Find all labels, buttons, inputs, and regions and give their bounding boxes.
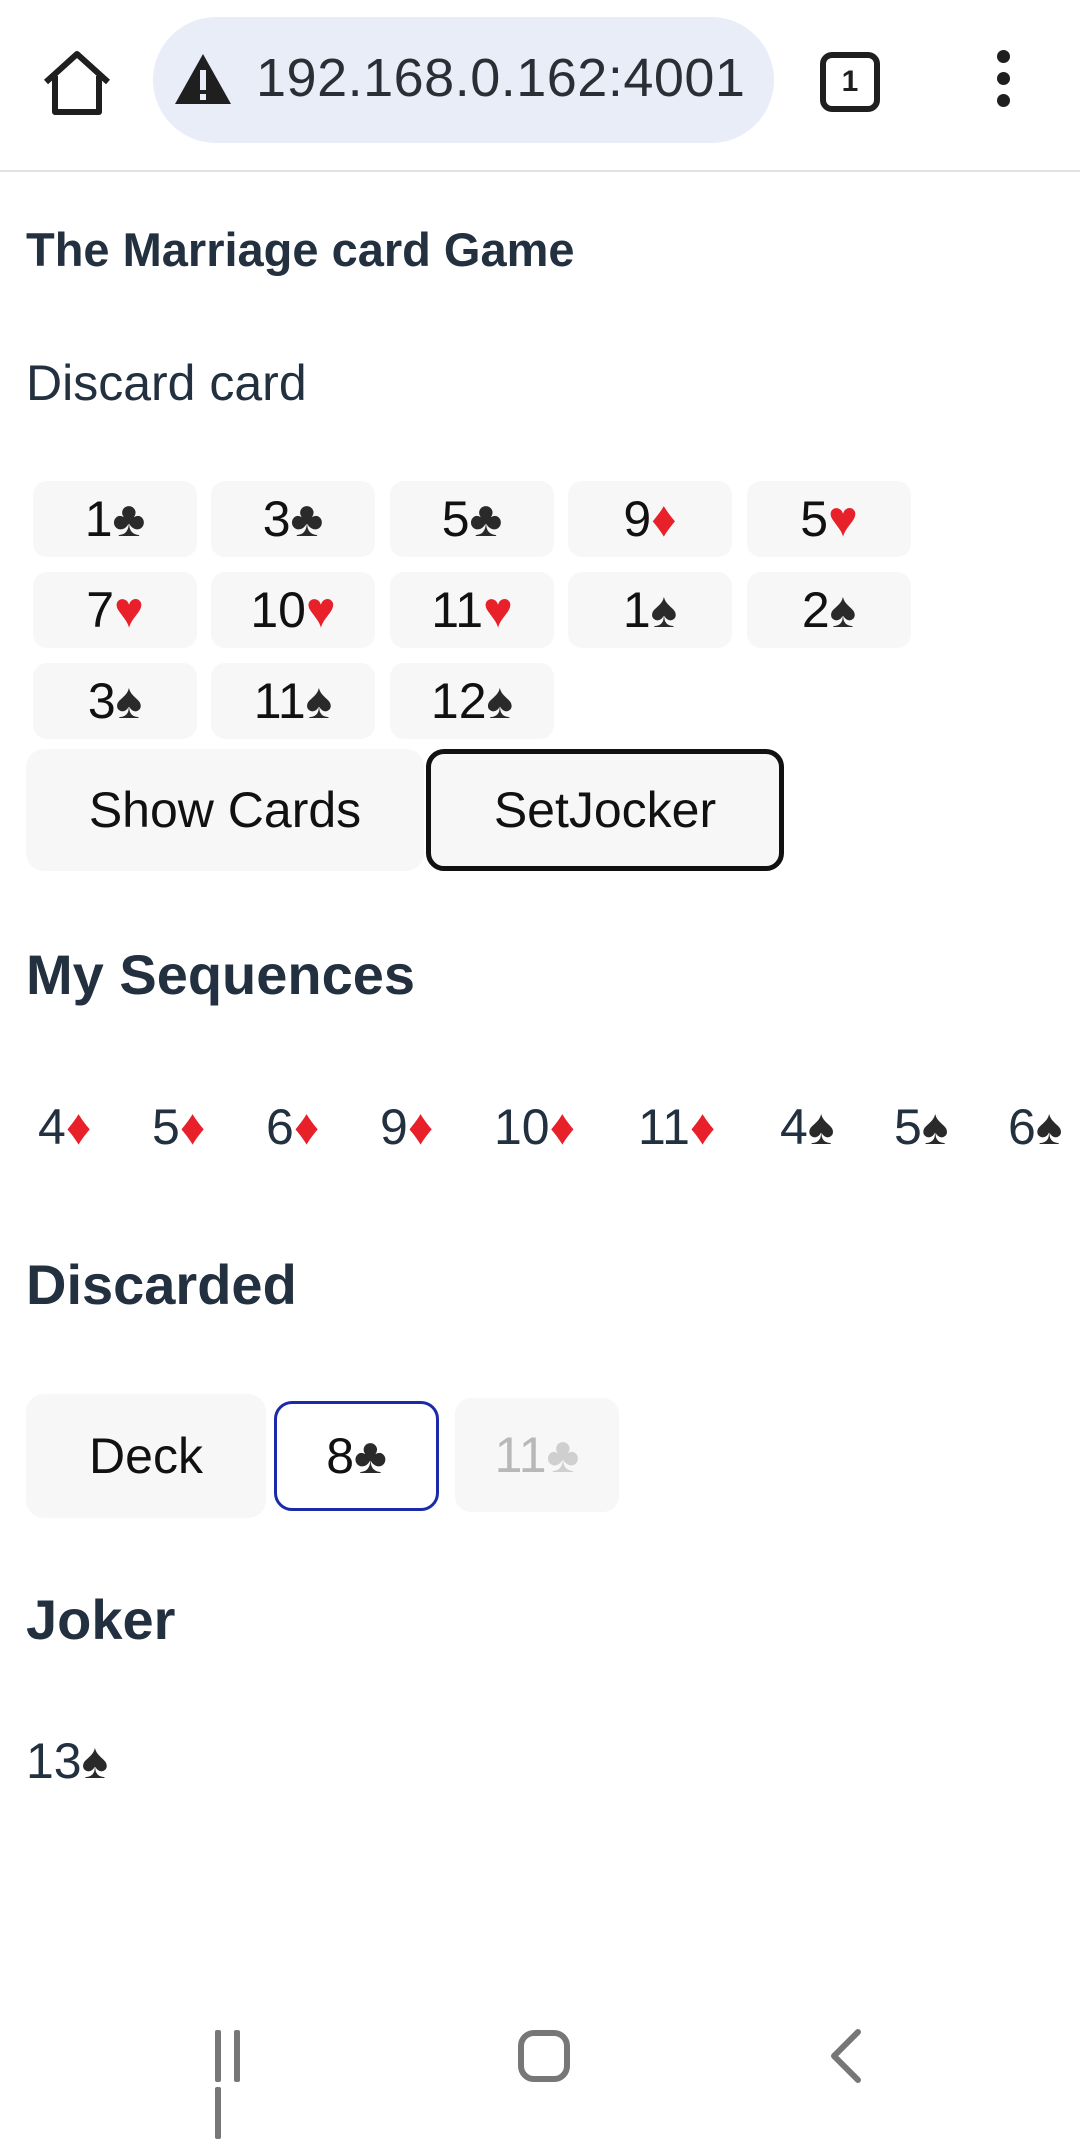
club-icon: ♣: [546, 1427, 580, 1483]
hand-card[interactable]: 7♥: [33, 572, 197, 648]
spade-icon: ♠: [807, 1099, 835, 1155]
card-rank: 10: [250, 582, 306, 638]
card-rank: 9: [623, 491, 652, 547]
sequence-card: 11♦: [638, 1099, 716, 1155]
card-rank: 5: [441, 491, 470, 547]
sequences-list: 4♦ 5♦ 6♦ 9♦ 10♦ 11♦ 4♠ 5♠ 6♠: [0, 1098, 1080, 1178]
diamond-icon: ♦: [179, 1099, 206, 1155]
joker-card: 13♠: [26, 1732, 108, 1790]
card-rank: 11: [494, 1427, 547, 1483]
sequence-card: 10♦: [494, 1099, 576, 1155]
sequence-card: 6♠: [1008, 1099, 1063, 1155]
set-jocker-button[interactable]: SetJocker: [426, 749, 784, 871]
url-text: 192.168.0.162:4001: [256, 48, 746, 108]
card-rank: 5: [800, 491, 829, 547]
heart-icon: ♥: [305, 582, 336, 638]
hand-card[interactable]: 10♥: [211, 572, 375, 648]
show-cards-button[interactable]: Show Cards: [26, 749, 424, 871]
sequences-heading: My Sequences: [26, 943, 416, 1006]
hand-card[interactable]: 5♥: [747, 481, 911, 557]
warning-icon[interactable]: [173, 51, 233, 107]
spade-icon: ♠: [305, 673, 333, 729]
sequence-card: 9♦: [380, 1099, 434, 1155]
card-rank: 7: [86, 582, 115, 638]
sequence-card: 4♠: [780, 1099, 835, 1155]
spade-icon: ♠: [81, 1733, 109, 1789]
hand-card[interactable]: 2♠: [747, 572, 911, 648]
card-rank: 3: [87, 673, 116, 729]
heart-icon: ♥: [483, 582, 513, 638]
diamond-icon: ♦: [65, 1099, 92, 1155]
sequence-card: 6♦: [266, 1099, 320, 1155]
diamond-icon: ♦: [293, 1099, 320, 1155]
spade-icon: ♠: [486, 673, 514, 729]
sequence-card: 5♦: [152, 1099, 206, 1155]
system-nav-bar: [0, 1990, 1080, 2139]
card-rank: 8: [326, 1428, 354, 1484]
page-title: The Marriage card Game: [26, 223, 575, 276]
hand-card[interactable]: 1♠: [568, 572, 732, 648]
club-icon: ♣: [469, 491, 503, 547]
card-rank: 11: [253, 673, 306, 729]
hand-card[interactable]: 11♠: [211, 663, 375, 739]
hand-card[interactable]: 12♠: [390, 663, 554, 739]
discarded-heading: Discarded: [26, 1253, 297, 1316]
spade-icon: ♠: [829, 582, 857, 638]
spade-icon: ♠: [650, 582, 678, 638]
card-rank: 1: [622, 582, 651, 638]
discard-previous-card: 11♣: [455, 1398, 619, 1512]
heart-icon: ♥: [828, 491, 858, 547]
sequence-card: 4♦: [38, 1099, 92, 1155]
address-bar[interactable]: 192.168.0.162:4001: [153, 17, 774, 143]
club-icon: ♣: [112, 491, 146, 547]
hand-card[interactable]: 11♥: [390, 572, 554, 648]
spade-icon: ♠: [115, 673, 143, 729]
heart-icon: ♥: [114, 582, 144, 638]
hand-card[interactable]: 9♦: [568, 481, 732, 557]
club-icon: ♣: [290, 491, 324, 547]
joker-heading: Joker: [26, 1588, 176, 1651]
diamond-icon: ♦: [651, 491, 677, 547]
spade-icon: ♠: [921, 1099, 949, 1155]
more-options-icon[interactable]: [990, 50, 1016, 114]
club-icon: ♣: [354, 1428, 387, 1484]
diamond-icon: ♦: [549, 1099, 576, 1155]
spade-icon: ♠: [1035, 1099, 1063, 1155]
discard-top-card[interactable]: 8♣: [274, 1401, 439, 1511]
home-nav-icon[interactable]: [518, 2030, 570, 2082]
back-icon[interactable]: [820, 2026, 870, 2086]
hand-card[interactable]: 1♣: [33, 481, 197, 557]
recent-apps-icon[interactable]: [215, 2030, 271, 2139]
browser-toolbar: 192.168.0.162:4001 1: [0, 0, 1080, 172]
home-icon[interactable]: [38, 46, 116, 118]
hand-card[interactable]: 3♣: [211, 481, 375, 557]
deck-button[interactable]: Deck: [26, 1394, 266, 1518]
tab-switcher-button[interactable]: 1: [820, 52, 880, 112]
game-status-text: Discard card: [26, 355, 307, 411]
card-rank: 3: [262, 491, 291, 547]
hand-card[interactable]: 3♠: [33, 663, 197, 739]
card-rank: 2: [801, 582, 830, 638]
card-rank: 11: [431, 582, 484, 638]
hand-card[interactable]: 5♣: [390, 481, 554, 557]
card-rank: 12: [430, 673, 487, 729]
card-rank: 13: [26, 1733, 82, 1789]
sequence-card: 5♠: [894, 1099, 949, 1155]
diamond-icon: ♦: [689, 1099, 716, 1155]
card-rank: 1: [84, 491, 113, 547]
diamond-icon: ♦: [407, 1099, 434, 1155]
